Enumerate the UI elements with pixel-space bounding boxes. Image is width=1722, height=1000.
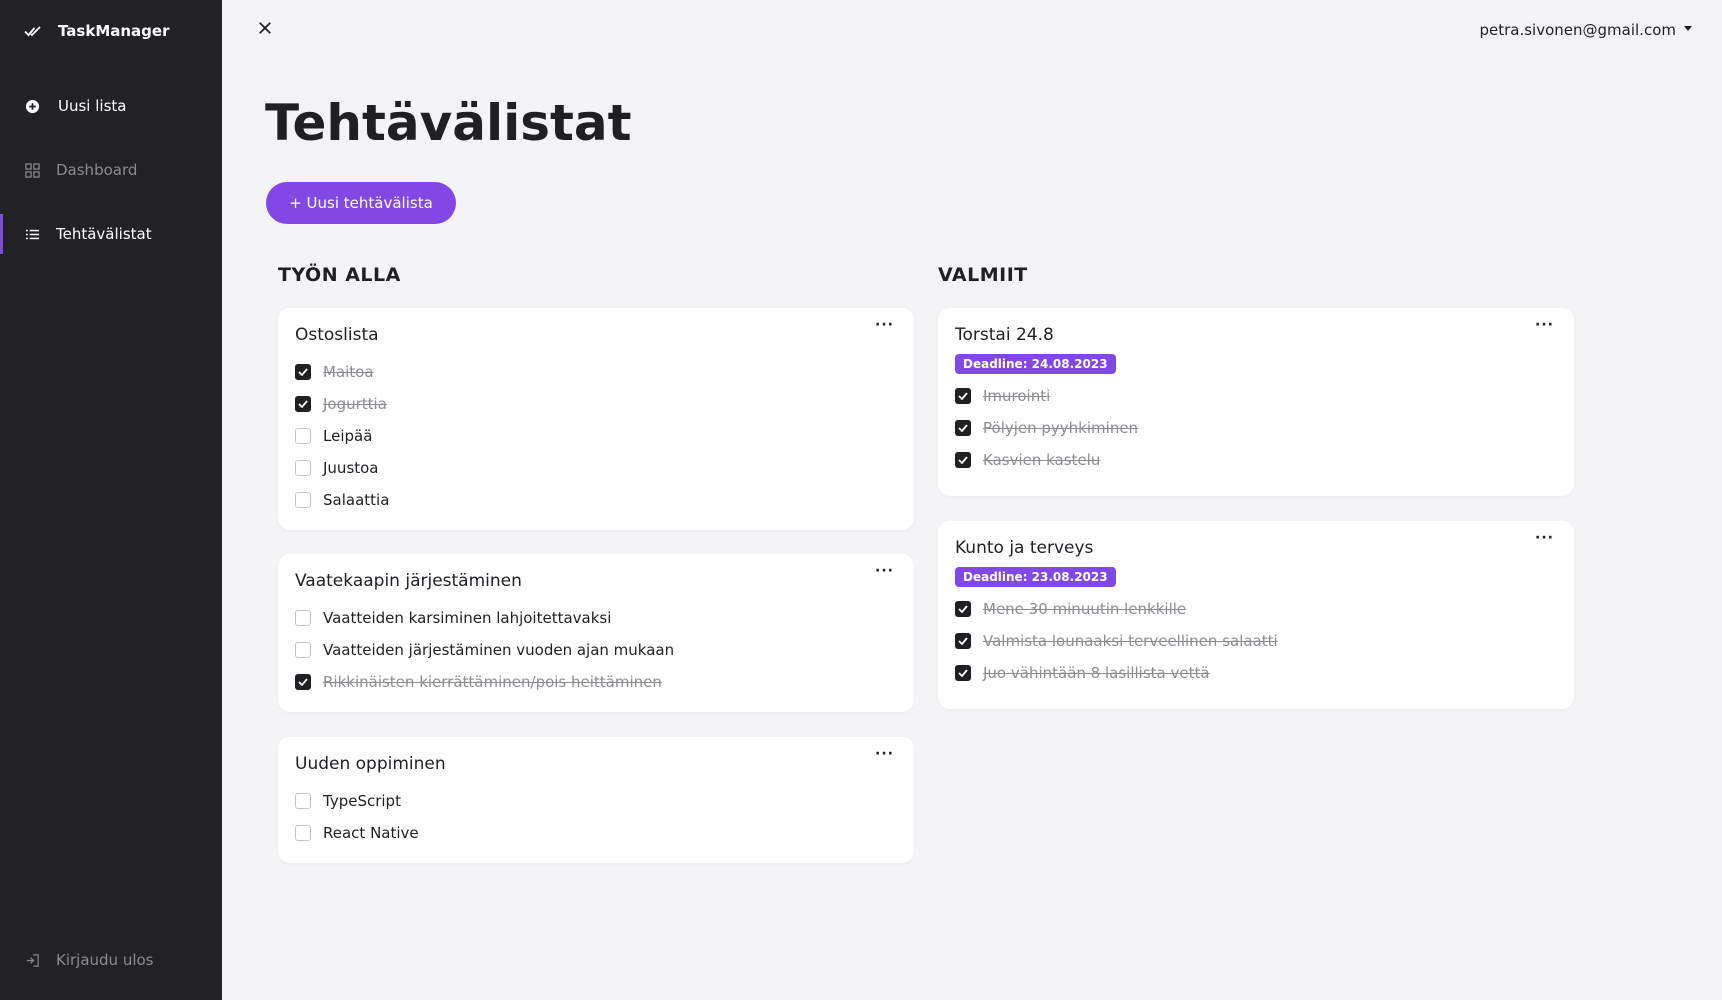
check-icon <box>958 392 968 400</box>
close-icon <box>259 22 271 34</box>
task-label: Salaattia <box>323 491 390 509</box>
task-label: TypeScript <box>323 792 401 810</box>
task-checkbox[interactable] <box>295 364 311 380</box>
brand-name: TaskManager <box>58 22 170 40</box>
task-item: Jogurttia <box>295 388 897 420</box>
task-item: Rikkinäisten kierrättäminen/pois heittäm… <box>295 666 897 698</box>
sidebar-item-logout[interactable]: Kirjaudu ulos <box>0 940 222 980</box>
task-checkbox[interactable] <box>955 420 971 436</box>
double-check-icon <box>24 26 41 37</box>
task-checkbox[interactable] <box>955 633 971 649</box>
task-item: Imurointi <box>955 380 1557 412</box>
task-item: Kasvien kastelu <box>955 444 1557 476</box>
task-item: React Native <box>295 817 897 849</box>
check-icon <box>958 456 968 464</box>
task-list-card: Vaatekaapin järjestäminen ··· Vaatteiden… <box>278 554 914 712</box>
page-title: Tehtävälistat <box>265 94 632 152</box>
task-checkbox[interactable] <box>955 601 971 617</box>
more-options-button[interactable]: ··· <box>875 564 894 578</box>
task-item: Vaatteiden järjestäminen vuoden ajan muk… <box>295 634 897 666</box>
task-checkbox[interactable] <box>295 460 311 476</box>
more-options-button[interactable]: ··· <box>875 318 894 332</box>
check-icon <box>958 637 968 645</box>
new-task-list-button[interactable]: + Uusi tehtävälista <box>266 182 456 224</box>
task-label: Leipää <box>323 427 373 445</box>
task-list-card: Uuden oppiminen ··· TypeScript React Nat… <box>278 737 914 863</box>
task-checkbox[interactable] <box>295 674 311 690</box>
task-checkbox[interactable] <box>295 642 311 658</box>
task-item: Salaattia <box>295 484 897 516</box>
task-item: Vaatteiden karsiminen lahjoitettavaksi <box>295 602 897 634</box>
task-label: Vaatteiden järjestäminen vuoden ajan muk… <box>323 641 675 659</box>
check-icon <box>298 368 308 376</box>
card-title: Kunto ja terveys <box>955 538 1094 558</box>
check-icon <box>298 400 308 408</box>
task-checkbox[interactable] <box>295 793 311 809</box>
sidebar-item-label: Tehtävälistat <box>56 225 152 243</box>
close-button[interactable] <box>258 20 274 36</box>
task-checkbox[interactable] <box>295 492 311 508</box>
task-checkbox[interactable] <box>295 610 311 626</box>
task-item: Juo vähintään 8 lasillista vettä <box>955 657 1557 689</box>
task-item: Pölyjen pyyhkiminen <box>955 412 1557 444</box>
task-item: Leipää <box>295 420 897 452</box>
card-title: Torstai 24.8 <box>955 325 1054 345</box>
plus-circle-icon <box>24 98 40 114</box>
task-label: Vaatteiden karsiminen lahjoitettavaksi <box>323 609 612 627</box>
task-label: Jogurttia <box>323 395 387 413</box>
task-item: Juustoa <box>295 452 897 484</box>
check-icon <box>298 678 308 686</box>
task-label: Valmista lounaaksi terveellinen salaatti <box>983 632 1278 650</box>
deadline-badge: Deadline: 23.08.2023 <box>955 567 1116 587</box>
sidebar: TaskManager Uusi lista Dashboard Tehtävä… <box>0 0 222 1000</box>
user-email: petra.sivonen@gmail.com <box>1479 21 1676 39</box>
task-label: Kasvien kastelu <box>983 451 1101 469</box>
brand[interactable]: TaskManager <box>24 22 169 40</box>
more-options-button[interactable]: ··· <box>1535 318 1554 332</box>
more-options-button[interactable]: ··· <box>1535 531 1554 545</box>
completed-list-card: Torstai 24.8 ··· Deadline: 24.08.2023 Im… <box>938 308 1574 496</box>
logout-icon <box>24 952 40 968</box>
card-title: Uuden oppiminen <box>295 754 446 774</box>
task-checkbox[interactable] <box>955 452 971 468</box>
sidebar-item-new-list[interactable]: Uusi lista <box>0 86 222 126</box>
check-icon <box>958 424 968 432</box>
task-checkbox[interactable] <box>955 665 971 681</box>
sidebar-item-dashboard[interactable]: Dashboard <box>0 150 222 190</box>
task-checkbox[interactable] <box>295 396 311 412</box>
sidebar-item-task-lists[interactable]: Tehtävälistat <box>0 214 222 254</box>
list-icon <box>24 226 40 242</box>
task-label: Imurointi <box>983 387 1051 405</box>
user-menu[interactable]: petra.sivonen@gmail.com <box>1479 21 1692 39</box>
task-checkbox[interactable] <box>295 825 311 841</box>
card-title: Ostoslista <box>295 325 379 345</box>
sidebar-item-label: Kirjaudu ulos <box>56 951 154 969</box>
task-item: TypeScript <box>295 785 897 817</box>
task-checkbox[interactable] <box>295 428 311 444</box>
grid-icon <box>24 162 40 178</box>
in-progress-heading: TYÖN ALLA <box>278 264 401 286</box>
task-label: Maitoa <box>323 363 374 381</box>
sidebar-item-label: Dashboard <box>56 161 138 179</box>
task-label: Juustoa <box>323 459 379 477</box>
card-title: Vaatekaapin järjestäminen <box>295 571 522 591</box>
task-item: Maitoa <box>295 356 897 388</box>
sidebar-item-label: Uusi lista <box>58 97 127 115</box>
task-label: Mene 30 minuutin lenkkille <box>983 600 1187 618</box>
task-label: Juo vähintään 8 lasillista vettä <box>983 664 1210 682</box>
completed-heading: VALMIIT <box>938 264 1028 286</box>
completed-list-card: Kunto ja terveys ··· Deadline: 23.08.202… <box>938 521 1574 709</box>
check-icon <box>958 669 968 677</box>
task-label: React Native <box>323 824 419 842</box>
check-icon <box>958 605 968 613</box>
caret-down-icon <box>1684 25 1692 31</box>
task-checkbox[interactable] <box>955 388 971 404</box>
task-label: Pölyjen pyyhkiminen <box>983 419 1139 437</box>
deadline-badge: Deadline: 24.08.2023 <box>955 354 1116 374</box>
task-item: Valmista lounaaksi terveellinen salaatti <box>955 625 1557 657</box>
more-options-button[interactable]: ··· <box>875 747 894 761</box>
task-label: Rikkinäisten kierrättäminen/pois heittäm… <box>323 673 662 691</box>
task-item: Mene 30 minuutin lenkkille <box>955 593 1557 625</box>
task-list-card: Ostoslista ··· Maitoa Jogurttia Leipää J… <box>278 308 914 530</box>
